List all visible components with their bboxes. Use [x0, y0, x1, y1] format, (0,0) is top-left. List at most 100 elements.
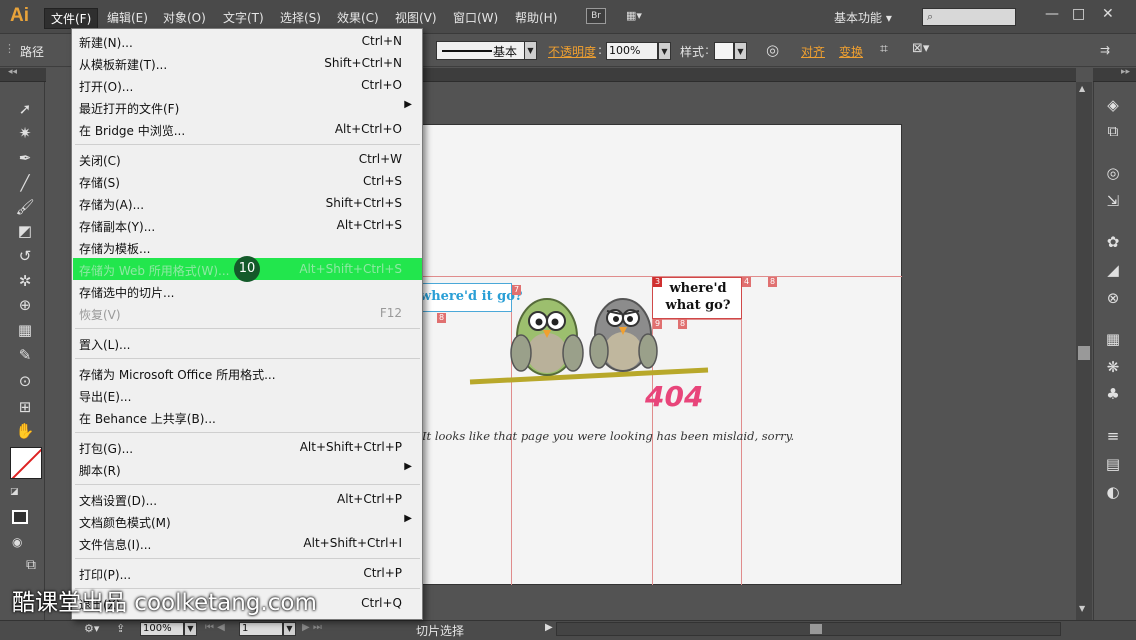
menu-item-print[interactable]: 打印(P)... Ctrl+P: [73, 562, 422, 584]
menu-item-close[interactable]: 关闭(C) Ctrl+W: [73, 148, 422, 170]
birds-illustration[interactable]: [465, 285, 715, 390]
recolor-icon[interactable]: ◎: [766, 41, 779, 59]
gradient-icon[interactable]: ▤: [1102, 453, 1124, 475]
brushes-icon[interactable]: ❋: [1102, 356, 1124, 378]
menu-item-save-template[interactable]: 存储为模板...: [73, 236, 422, 258]
status-settings-icon[interactable]: ⚙▾: [84, 622, 99, 635]
shape-builder-icon[interactable]: ⊕: [14, 294, 36, 316]
menu-help[interactable]: 帮助(H): [515, 9, 557, 26]
menu-item-save-selected-slices[interactable]: 存储选中的切片...: [73, 280, 422, 302]
maximize-icon[interactable]: □: [1072, 6, 1085, 22]
arrange-documents-icon[interactable]: ▦▾: [626, 9, 652, 23]
search-input[interactable]: ⌕: [922, 8, 1016, 26]
collapse-icon[interactable]: ◂◂: [8, 67, 17, 77]
menu-item-save-office[interactable]: 存储为 Microsoft Office 所用格式...: [73, 362, 422, 384]
symbols-icon[interactable]: ♣: [1102, 383, 1124, 405]
menu-file[interactable]: 文件(F): [44, 8, 99, 29]
expand-icon[interactable]: ▸▸: [1121, 67, 1130, 77]
menu-item-color-mode[interactable]: 文档颜色模式(M) ▶: [73, 510, 422, 532]
menu-item-new-from-template[interactable]: 从模板新建(T)... Shift+Ctrl+N: [73, 52, 422, 74]
zoom-dropdown-icon[interactable]: ▼: [184, 622, 197, 636]
bridge-button[interactable]: Br: [586, 8, 606, 24]
eyedropper-icon[interactable]: ✎: [14, 344, 36, 366]
status-share-icon[interactable]: ⇪: [116, 622, 125, 635]
scroll-up-icon[interactable]: ▲: [1079, 84, 1085, 93]
menu-item-new[interactable]: 新建(N)... Ctrl+N: [73, 30, 422, 52]
transparency-icon[interactable]: ◐: [1102, 481, 1124, 503]
menu-edit[interactable]: 编辑(E): [107, 9, 148, 26]
symbol-sprayer-icon[interactable]: ⊙: [14, 370, 36, 392]
layers-icon[interactable]: ◈: [1102, 94, 1124, 116]
menu-item-save-copy[interactable]: 存储副本(Y)... Alt+Ctrl+S: [73, 214, 422, 236]
paintbrush-icon[interactable]: 🖌: [14, 196, 36, 218]
envelope-icon[interactable]: ⊠▾: [912, 41, 929, 56]
close-icon[interactable]: ✕: [1102, 6, 1114, 22]
menu-item-save[interactable]: 存储(S) Ctrl+S: [73, 170, 422, 192]
submenu-arrow-icon: ▶: [404, 513, 412, 524]
scroll-down-icon[interactable]: ▼: [1079, 604, 1085, 613]
menu-item-document-setup[interactable]: 文档设置(D)... Alt+Ctrl+P: [73, 488, 422, 510]
menu-item-browse-bridge[interactable]: 在 Bridge 中浏览... Alt+Ctrl+O: [73, 118, 422, 140]
drawing-mode-icon[interactable]: ◉: [12, 535, 22, 549]
minimize-icon[interactable]: —: [1045, 6, 1059, 22]
menu-select[interactable]: 选择(S): [280, 9, 321, 26]
pen-tool-icon[interactable]: ✒: [14, 147, 36, 169]
opacity-dropdown-icon[interactable]: ▼: [658, 42, 671, 60]
line-tool-icon[interactable]: ╱: [14, 172, 36, 194]
menu-type[interactable]: 文字(T): [223, 9, 264, 26]
default-colors-icon[interactable]: ◪: [10, 487, 19, 497]
appearance-icon[interactable]: ◎: [1102, 162, 1124, 184]
isolate-icon[interactable]: ⌗: [880, 41, 888, 57]
menu-item-file-info[interactable]: 文件信息(I)... Alt+Shift+Ctrl+I: [73, 532, 422, 554]
menu-object[interactable]: 对象(O): [163, 9, 206, 26]
panel-menu-icon[interactable]: ⇉: [1100, 43, 1110, 57]
first-page-icon[interactable]: ⏮ ◀: [205, 622, 225, 633]
align-link[interactable]: 对齐: [801, 43, 825, 60]
zoom-input[interactable]: 100%: [140, 622, 184, 636]
menu-item-open-recent[interactable]: 最近打开的文件(F) ▶: [73, 96, 422, 118]
menu-item-open[interactable]: 打开(O)... Ctrl+O: [73, 74, 422, 96]
stroke-dropdown-icon[interactable]: ▼: [524, 41, 537, 60]
menu-item-export[interactable]: 导出(E)...: [73, 384, 422, 406]
transform-link[interactable]: 变换: [839, 43, 863, 60]
magic-wand-icon[interactable]: ✷: [14, 122, 36, 144]
style-dropdown-icon[interactable]: ▼: [734, 42, 747, 60]
artboard-tool-icon[interactable]: ⊞: [14, 396, 36, 418]
horizontal-scrollbar[interactable]: [556, 622, 1061, 636]
next-page-icon[interactable]: ▶ ⏭: [302, 622, 322, 633]
menu-item-scripts[interactable]: 脚本(R) ▶: [73, 458, 422, 480]
menu-item-place[interactable]: 置入(L)...: [73, 332, 422, 354]
workspace-switcher[interactable]: 基本功能 ▾: [834, 9, 892, 26]
hscroll-thumb[interactable]: [810, 624, 822, 634]
menu-item-package[interactable]: 打包(G)... Alt+Shift+Ctrl+P: [73, 436, 422, 458]
menu-window[interactable]: 窗口(W): [453, 9, 498, 26]
vertical-scrollbar[interactable]: ▲ ▼: [1076, 82, 1092, 622]
menu-effect[interactable]: 效果(C): [337, 9, 379, 26]
page-dropdown-icon[interactable]: ▼: [283, 622, 296, 636]
page-input[interactable]: 1: [239, 622, 283, 636]
opacity-link[interactable]: 不透明度: [548, 43, 596, 60]
color-guide-icon[interactable]: ◢: [1102, 259, 1124, 281]
artboards-icon[interactable]: ⧉: [1102, 120, 1124, 142]
export-icon[interactable]: ⇲: [1102, 190, 1124, 212]
selection-tool-icon[interactable]: ➚: [14, 98, 36, 120]
mesh-tool-icon[interactable]: ▦: [14, 319, 36, 341]
rotate-tool-icon[interactable]: ↺: [14, 245, 36, 267]
stroke-panel-icon[interactable]: ≡: [1102, 425, 1124, 447]
color-mode-icon[interactable]: [12, 510, 28, 524]
screen-mode-icon[interactable]: ⧉: [26, 557, 36, 573]
status-arrow-icon[interactable]: ▶: [545, 622, 553, 633]
recolor-panel-icon[interactable]: ⊗: [1102, 287, 1124, 309]
fill-swatch[interactable]: [10, 447, 42, 479]
menu-item-save-as[interactable]: 存储为(A)... Shift+Ctrl+S: [73, 192, 422, 214]
graphic-style-swatch[interactable]: [714, 42, 734, 60]
menu-view[interactable]: 视图(V): [395, 9, 437, 26]
color-icon[interactable]: ✿: [1102, 231, 1124, 253]
hand-tool-icon[interactable]: ✋: [14, 420, 36, 442]
warp-tool-icon[interactable]: ✲: [14, 270, 36, 292]
scroll-thumb[interactable]: [1078, 346, 1090, 360]
eraser-icon[interactable]: ◩: [14, 220, 36, 242]
opacity-input[interactable]: 100%: [606, 42, 658, 60]
menu-item-share-behance[interactable]: 在 Behance 上共享(B)...: [73, 406, 422, 428]
swatches-icon[interactable]: ▦: [1102, 328, 1124, 350]
